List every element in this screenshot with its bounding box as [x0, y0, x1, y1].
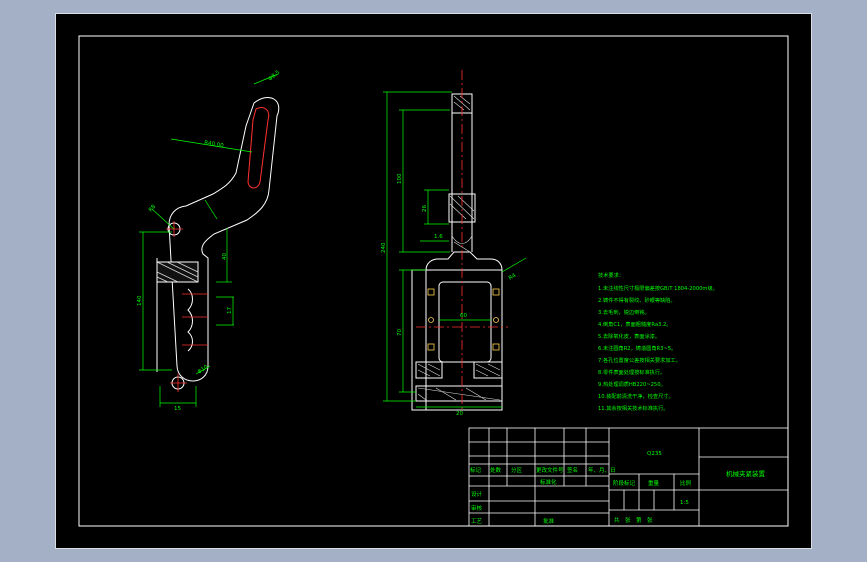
- left-view: [156, 97, 280, 390]
- dim-radius: R40.00: [204, 140, 225, 149]
- note-line-7: 7.各孔位置度公差按相关要求加工。: [598, 356, 681, 364]
- tb-sheets: 共 张 第 张: [614, 516, 653, 524]
- note-line-11: 11.其余按相关技术标准执行。: [598, 404, 669, 412]
- dim-arm: R8: [148, 203, 158, 213]
- dim-right-upper: 40: [222, 253, 228, 260]
- notes-title: 技术要求：: [598, 271, 624, 279]
- tb-part-name: 机械夹紧装置: [726, 469, 766, 478]
- dim-top-small: 1.6: [434, 234, 443, 240]
- tb-scale-value: 1:5: [680, 500, 689, 506]
- tb-header-zone: 分区: [511, 466, 523, 474]
- note-line-10: 10.装配前清洗干净，检查尺寸。: [598, 392, 674, 400]
- right-view-dimensions: [383, 91, 527, 408]
- lever-slot: [247, 107, 270, 189]
- dim-chamfer: R4: [508, 272, 518, 281]
- note-line-2: 2.铸件不得有裂纹、砂眼等缺陷。: [598, 296, 676, 304]
- tb-header-mark: 标记: [470, 466, 482, 474]
- tb-header-count: 处数: [490, 466, 502, 474]
- cad-viewport[interactable]: Φ8.5 R40.00 R8 140 40 17 Φ10 15 240 100 …: [55, 13, 812, 549]
- dim-lower-height: 70: [397, 329, 403, 336]
- right-view-hatch: [417, 95, 501, 401]
- tb-weight: 重量: [648, 479, 660, 487]
- dim-stem-height: 100: [397, 173, 403, 184]
- tb-header-date: 年、月、日: [588, 466, 616, 474]
- inner-window: [438, 281, 492, 363]
- tb-header-sign: 签名: [567, 466, 578, 474]
- title-block-text: Q235 机械夹紧装置 标记 处数 分区 更改文件号 签名 年、月、日 设计 审…: [470, 451, 766, 525]
- tb-standardization: 标准化: [540, 478, 557, 486]
- cad-drawing: Φ8.5 R40.00 R8 140 40 17 Φ10 15 240 100 …: [78, 35, 789, 527]
- note-line-6: 6.未注圆角R2，铸造圆角R3~5。: [598, 344, 676, 352]
- tb-role-design: 设计: [471, 490, 483, 498]
- tb-stage-mark: 阶段标记: [613, 479, 636, 487]
- dim-right-lower: 17: [227, 307, 233, 314]
- dim-base-width: 20: [456, 411, 463, 417]
- technical-notes: 技术要求： 1.未注线性尺寸极限偏差按GB/T 1804-2000m级。 2.铸…: [598, 271, 718, 412]
- dim-top-dia: Φ8.5: [267, 69, 281, 82]
- lever-outline: [168, 97, 280, 382]
- tb-role-process: 工艺: [471, 518, 483, 525]
- note-line-8: 8.零件表面处理按标准执行。: [598, 368, 665, 376]
- tooth-profile: [187, 288, 193, 352]
- dim-overall-height: 240: [381, 242, 387, 253]
- note-line-3: 3.去毛刺，锐边倒钝。: [598, 308, 650, 316]
- note-line-9: 9.热处理调质HB220~250。: [598, 380, 666, 388]
- tb-scale: 比例: [680, 479, 692, 487]
- note-line-4: 4.倒角C1，表面粗糙度Ra3.2。: [598, 320, 671, 328]
- dim-inner-width: 60: [460, 313, 467, 319]
- dim-mid-height: 26: [422, 205, 428, 212]
- dim-bottom-width: 15: [174, 406, 181, 412]
- tb-material: Q235: [647, 451, 662, 457]
- left-view-labels: Φ8.5 R40.00 R8 140 40 17 Φ10 15: [137, 69, 282, 412]
- tb-header-change: 更改文件号: [536, 466, 564, 474]
- base-plate: [415, 385, 503, 402]
- note-line-5: 5.去除氧化皮，表面涂漆。: [598, 332, 660, 340]
- dim-left-vertical: 140: [137, 295, 143, 306]
- note-line-1: 1.未注线性尺寸极限偏差按GB/T 1804-2000m级。: [598, 284, 718, 292]
- tb-role-review: 审核: [471, 504, 483, 512]
- tb-approve: 批准: [543, 517, 555, 525]
